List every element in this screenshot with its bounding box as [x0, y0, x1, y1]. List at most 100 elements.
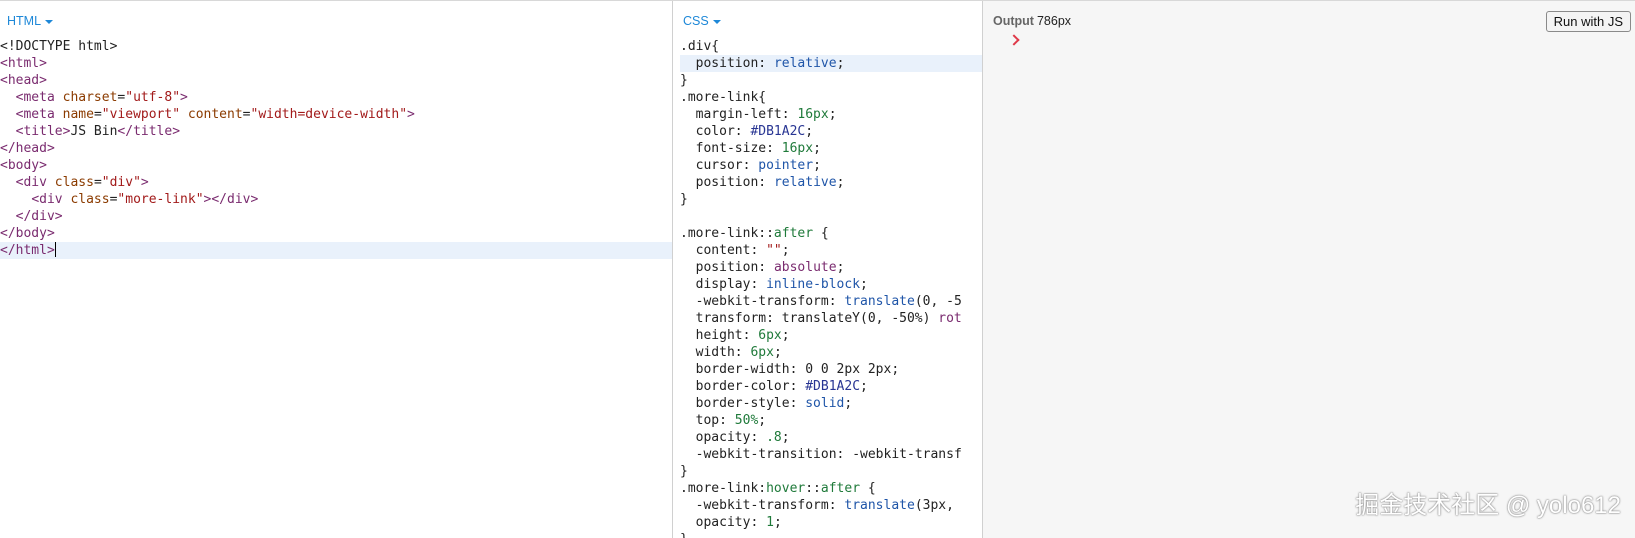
code-line[interactable]: } — [680, 191, 982, 208]
code-line[interactable]: height: 6px; — [680, 327, 982, 344]
code-token: charset — [62, 90, 118, 105]
css-code-editor[interactable]: .div{ position: relative;} .more-link{ ma… — [680, 38, 982, 538]
code-line[interactable]: width: 6px; — [680, 344, 982, 361]
code-line[interactable]: border-color: #DB1A2C; — [680, 378, 982, 395]
code-token: display — [680, 277, 751, 292]
code-line[interactable]: -webkit-transform: translate(3px, — [680, 497, 982, 514]
code-line[interactable]: position: relative; — [680, 55, 982, 72]
code-token: : — [750, 430, 767, 445]
code-token: -webkit-transform — [680, 498, 829, 513]
code-token: 6px — [758, 328, 782, 343]
code-line[interactable]: border-width: 0 0 2px 2px; — [680, 361, 982, 378]
output-panel[interactable]: Output 786px Run with JS 掘金技术社区 @ yolo612 — [983, 1, 1635, 538]
code-token: position — [680, 56, 759, 71]
code-line[interactable]: -webkit-transform: translate(0, -5 — [680, 293, 982, 310]
code-line[interactable]: font-size: 16px; — [680, 140, 982, 157]
code-line[interactable]: </body> — [0, 225, 672, 242]
code-token: <!DOCTYPE html> — [0, 39, 118, 54]
code-token: position — [680, 260, 759, 275]
code-line[interactable]: transform: translateY(0, -50%) rot — [680, 310, 982, 327]
code-token: : — [750, 243, 767, 258]
code-line[interactable]: } — [680, 463, 982, 480]
html-editor-panel[interactable]: HTML <!DOCTYPE html> <html> <head> <meta c… — [0, 1, 672, 538]
code-token: : — [781, 107, 798, 122]
html-panel-menu[interactable]: HTML — [7, 14, 54, 28]
code-token: border-color — [680, 379, 790, 394]
html-code-editor[interactable]: <!DOCTYPE html> <html> <head> <meta charse… — [0, 38, 672, 259]
code-token: .more-link{ — [680, 90, 767, 105]
output-width: 786px — [1036, 14, 1072, 28]
code-token: ></div> — [203, 192, 259, 207]
chevron-right-icon[interactable] — [1008, 34, 1020, 46]
code-token: 50% — [734, 413, 759, 428]
code-line[interactable]: display: inline-block; — [680, 276, 982, 293]
code-token: : — [758, 175, 774, 190]
css-panel-menu[interactable]: CSS — [683, 14, 721, 28]
code-token: cursor — [680, 158, 743, 173]
code-line[interactable]: <meta name="viewport" content="width=dev… — [0, 106, 672, 123]
css-editor-panel[interactable]: CSS .div{ position: relative;} .more-link… — [673, 1, 982, 538]
code-token: :: — [805, 481, 821, 496]
code-line[interactable]: <!DOCTYPE html> — [0, 38, 672, 55]
code-token: : — [734, 345, 751, 360]
code-token: : — [789, 396, 806, 411]
code-line[interactable]: <head> — [0, 72, 672, 89]
code-line[interactable]: .more-link::after { — [680, 225, 982, 242]
code-token: ; — [781, 430, 790, 445]
code-line[interactable]: position: relative; — [680, 174, 982, 191]
code-token: ; — [813, 158, 821, 173]
code-token: } — [680, 532, 688, 538]
code-token: </html> — [0, 243, 55, 258]
code-line[interactable]: } — [680, 531, 982, 538]
code-token: : — [789, 379, 806, 394]
code-line[interactable] — [680, 208, 982, 225]
code-line[interactable]: margin-left: 16px; — [680, 106, 982, 123]
code-token: "div" — [101, 175, 141, 190]
code-line[interactable]: border-style: solid; — [680, 395, 982, 412]
code-line[interactable]: <div class="div"> — [0, 174, 672, 191]
code-token: "" — [766, 243, 782, 258]
code-line[interactable]: <div class="more-link"></div> — [0, 191, 672, 208]
code-token: ; — [781, 328, 790, 343]
code-line[interactable]: cursor: pointer; — [680, 157, 982, 174]
code-token: .8 — [766, 430, 782, 445]
code-token: rot — [938, 311, 962, 326]
code-token: = — [242, 107, 251, 122]
code-token: .div{ — [680, 39, 720, 54]
code-token: : — [828, 498, 845, 513]
code-token: #DB1A2C — [805, 379, 861, 394]
code-line[interactable]: <body> — [0, 157, 672, 174]
code-line[interactable]: top: 50%; — [680, 412, 982, 429]
code-line[interactable]: } — [680, 72, 982, 89]
code-token: #DB1A2C — [750, 124, 806, 139]
code-line[interactable]: opacity: 1; — [680, 514, 982, 531]
code-line[interactable]: .more-link{ — [680, 89, 982, 106]
code-token: ; — [805, 124, 814, 139]
code-token: ; — [836, 56, 845, 71]
code-line[interactable]: </div> — [0, 208, 672, 225]
code-line[interactable]: <html> — [0, 55, 672, 72]
code-line[interactable]: .more-link:hover::after { — [680, 480, 982, 497]
code-line[interactable]: .div{ — [680, 38, 982, 55]
code-line[interactable]: -webkit-transition: -webkit-transf — [680, 446, 982, 463]
code-token: > — [407, 107, 415, 122]
code-line[interactable]: color: #DB1A2C; — [680, 123, 982, 140]
code-token: inline-block — [766, 277, 861, 292]
run-with-js-button[interactable]: Run with JS — [1545, 11, 1631, 32]
code-line[interactable]: </head> — [0, 140, 672, 157]
code-line[interactable]: </html> — [0, 242, 672, 259]
code-token: : — [766, 141, 782, 156]
code-line[interactable]: content: ""; — [680, 242, 982, 259]
code-line[interactable]: <title>JS Bin</title> — [0, 123, 672, 140]
code-line[interactable]: position: absolute; — [680, 259, 982, 276]
code-line[interactable]: <meta charset="utf-8"> — [0, 89, 672, 106]
code-token: <div — [31, 192, 71, 207]
output-header: Output 786px — [993, 14, 1071, 28]
code-token: ; — [781, 243, 790, 258]
code-token: (3px, — [914, 498, 954, 513]
code-token: </title> — [117, 124, 181, 139]
code-token: <head> — [0, 73, 47, 88]
code-line[interactable]: opacity: .8; — [680, 429, 982, 446]
